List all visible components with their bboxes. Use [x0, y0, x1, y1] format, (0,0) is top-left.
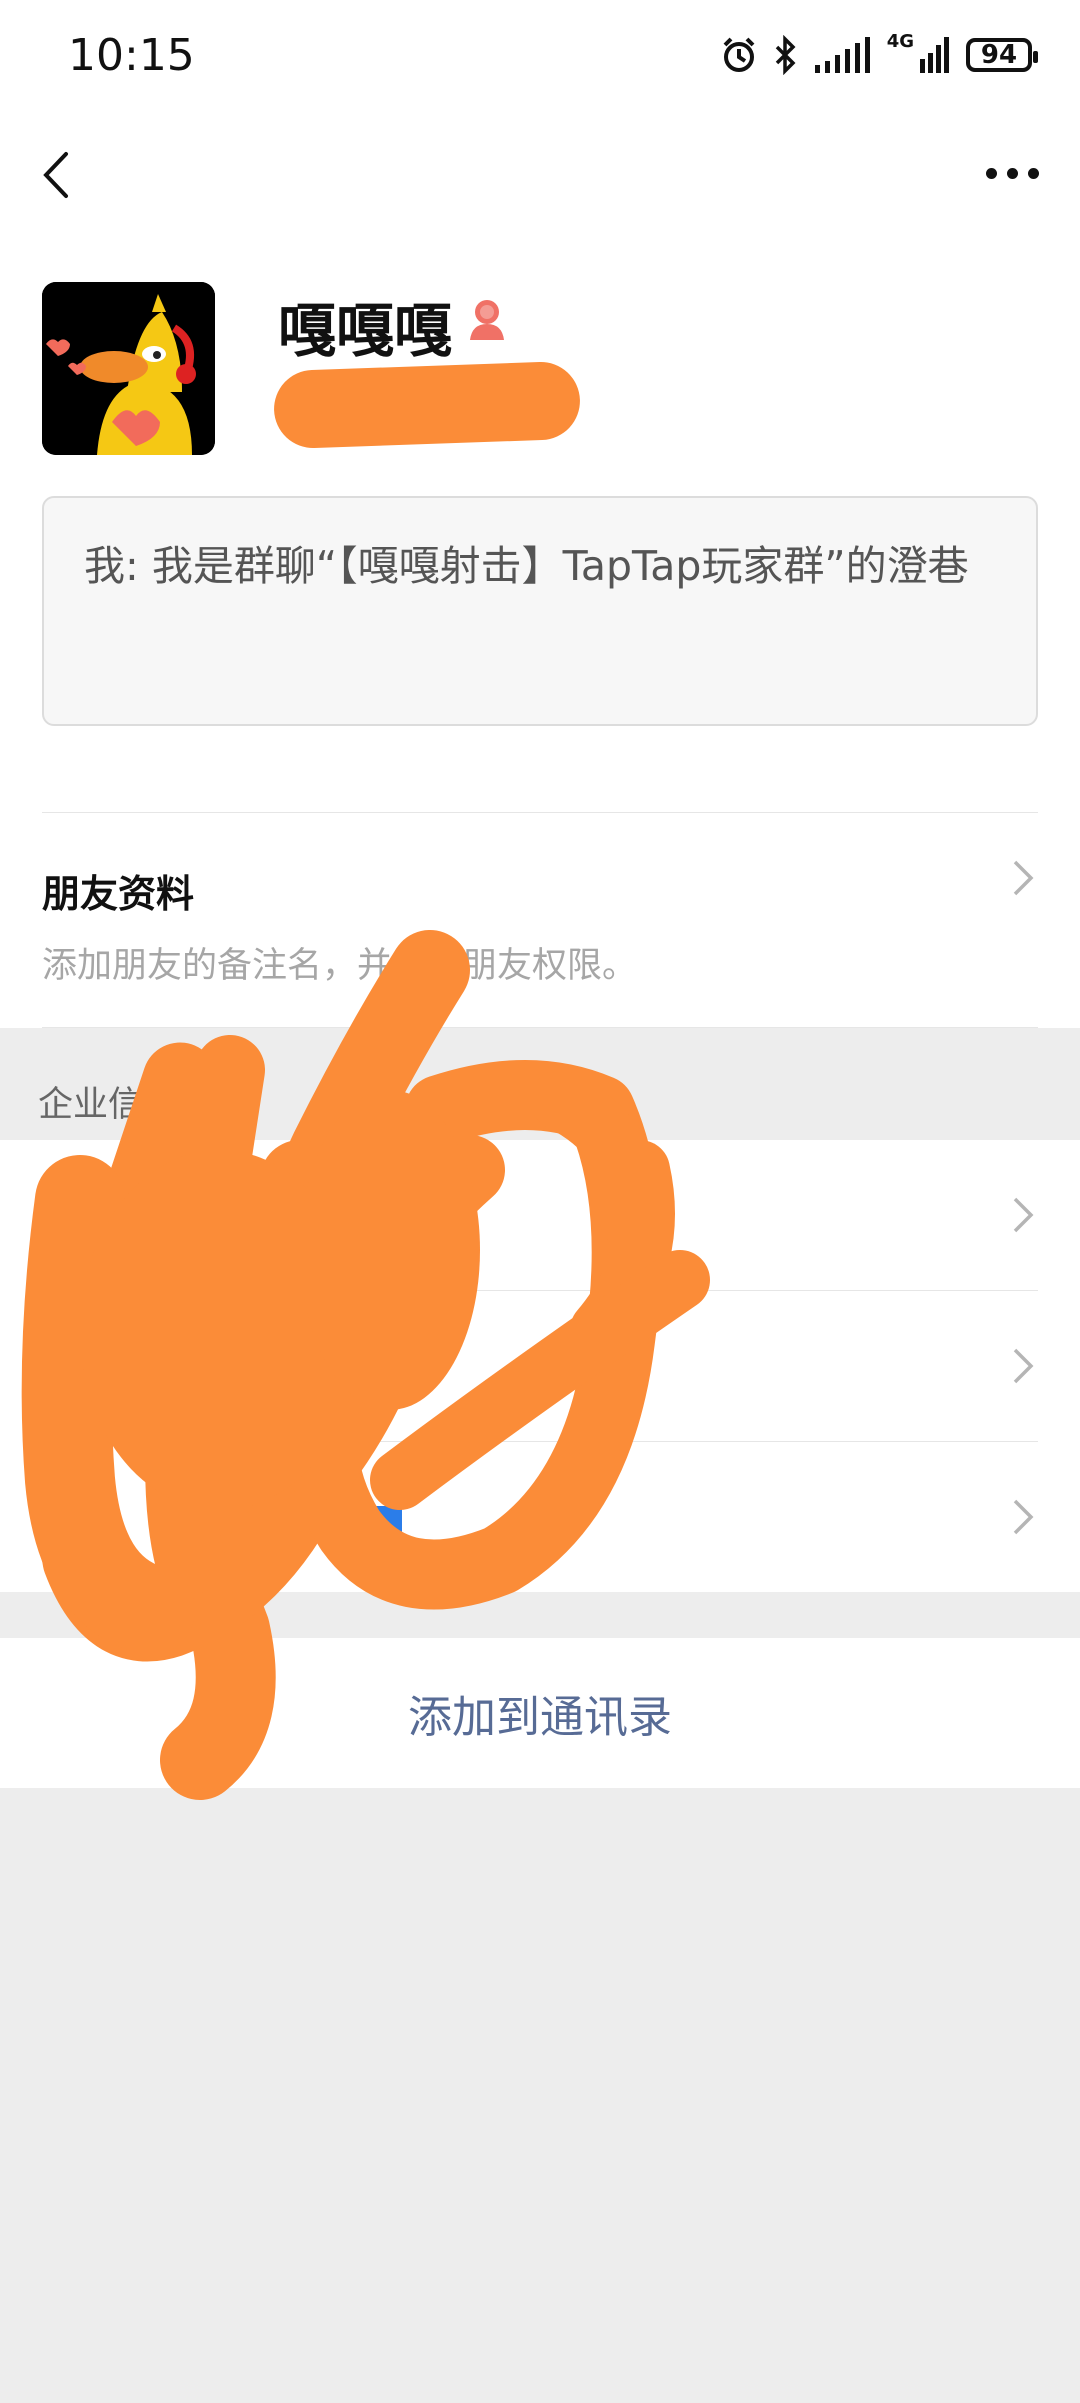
signal-icon [814, 37, 870, 73]
section-label: 企业信息 [38, 1085, 179, 1125]
network-type-label: 4G [886, 30, 914, 52]
battery-indicator: 94 [966, 38, 1038, 72]
signal-4g-icon [920, 37, 949, 73]
friend-info-subtitle: 添加朋友的备注名，并设置朋友权限。 [42, 946, 638, 986]
more-dot-icon [1007, 167, 1018, 179]
section-header: 企业信息 [0, 1028, 1080, 1140]
status-icons: 4G 94 [719, 30, 1038, 80]
avatar[interactable] [42, 282, 215, 455]
enterprise-badge-icon [368, 1506, 402, 1534]
more-options-button[interactable] [986, 160, 1042, 186]
bluetooth-icon [775, 35, 796, 75]
info-list: 来自 [0, 1140, 1080, 1592]
list-item[interactable] [0, 1442, 1080, 1592]
redacted-wechat-id [272, 360, 582, 450]
chevron-right-icon [1013, 1499, 1034, 1535]
list-item[interactable]: 来自 [0, 1140, 1080, 1290]
section-spacer [0, 1592, 1080, 1638]
status-time: 10:15 [68, 30, 195, 81]
list-item-label: 来自 [42, 1201, 119, 1245]
friend-info-title: 朋友资料 [42, 872, 195, 916]
chevron-right-icon [1013, 1197, 1034, 1233]
verification-message-text: 我: 我是群聊“【嘎嘎射击】TapTap玩家群”的澄巷 [84, 542, 969, 590]
verification-message: 我: 我是群聊“【嘎嘎射击】TapTap玩家群”的澄巷 [42, 496, 1038, 726]
list-item[interactable] [0, 1291, 1080, 1441]
chevron-right-icon [1013, 860, 1034, 896]
contact-name: 嘎嘎嘎 [278, 297, 453, 365]
chevron-right-icon [1013, 1348, 1034, 1384]
back-arrow-icon[interactable] [36, 150, 80, 200]
add-to-contacts-label: 添加到通讯录 [408, 1692, 672, 1743]
gender-female-icon [470, 300, 504, 340]
more-dot-icon [986, 167, 997, 179]
battery-level: 94 [980, 40, 1018, 70]
more-dot-icon [1028, 167, 1039, 179]
add-to-contacts-button[interactable]: 添加到通讯录 [0, 1638, 1080, 1788]
duck-avatar-image [42, 282, 215, 455]
friend-info-row[interactable]: 朋友资料 添加朋友的备注名，并设置朋友权限。 [0, 813, 1080, 1027]
alarm-icon [723, 37, 755, 72]
